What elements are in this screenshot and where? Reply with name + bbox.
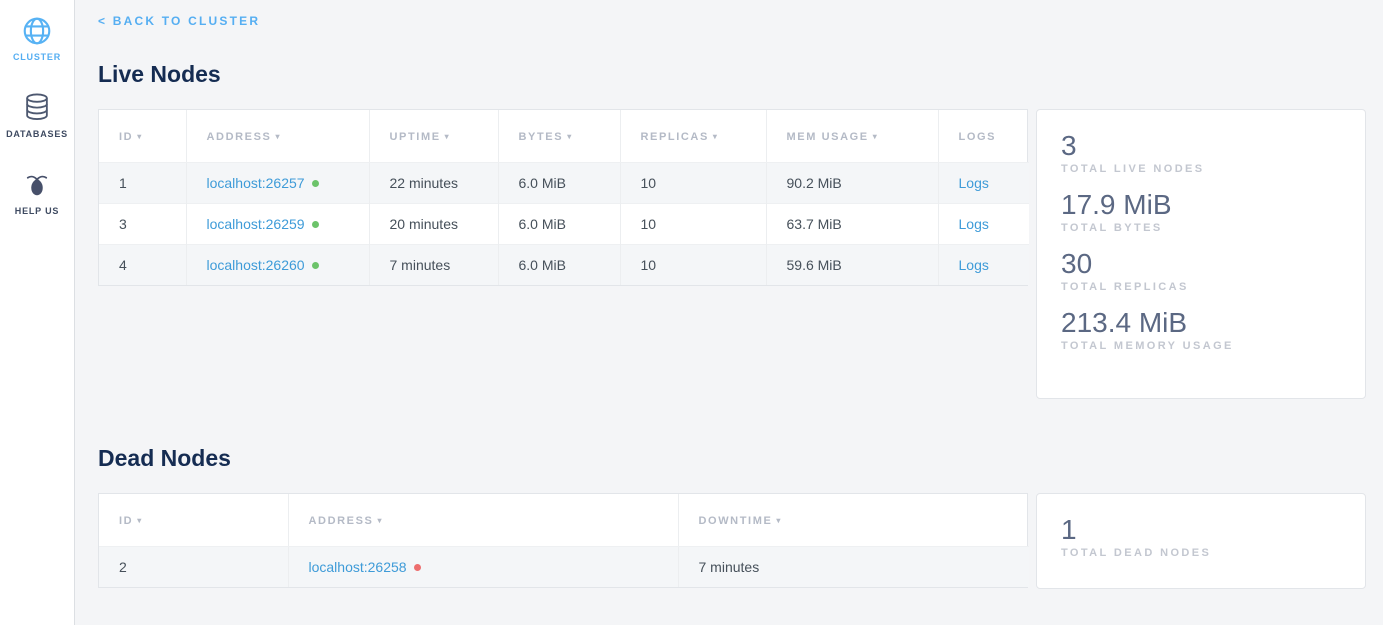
node-replicas-cell: 10 — [620, 163, 766, 204]
sort-arrow-icon: ▾ — [378, 516, 384, 525]
node-mem-usage-cell: 63.7 MiB — [766, 204, 938, 245]
sidebar-item-label: CLUSTER — [13, 52, 61, 62]
node-address-link[interactable]: localhost:26258 — [309, 559, 407, 575]
column-header-downtime[interactable]: DOWNTIME▾ — [678, 494, 1029, 547]
column-header-address[interactable]: ADDRESS▾ — [288, 494, 678, 547]
node-id-cell: 2 — [99, 547, 288, 588]
node-id-cell: 3 — [99, 204, 186, 245]
logs-link[interactable]: Logs — [959, 175, 989, 191]
sidebar-item-cluster[interactable]: CLUSTER — [0, 14, 74, 62]
sidebar-item-label: HELP US — [15, 206, 59, 216]
sort-arrow-icon: ▾ — [567, 132, 573, 141]
node-bytes-cell: 6.0 MiB — [498, 204, 620, 245]
node-uptime-cell: 20 minutes — [369, 204, 498, 245]
stat-label: TOTAL LIVE NODES — [1061, 163, 1341, 175]
live-nodes-table-card: ID▾ ADDRESS▾ UPTIME▾ BYTES▾ REPLICAS▾ ME… — [98, 109, 1028, 286]
node-mem-usage-cell: 90.2 MiB — [766, 163, 938, 204]
node-id-cell: 4 — [99, 245, 186, 286]
dead-nodes-table: ID▾ ADDRESS▾ DOWNTIME▾ 2 localhost:26258… — [99, 494, 1029, 587]
column-header-replicas[interactable]: REPLICAS▾ — [620, 110, 766, 163]
dead-nodes-summary-card: 1 TOTAL DEAD NODES — [1036, 493, 1366, 589]
node-replicas-cell: 10 — [620, 245, 766, 286]
sort-arrow-icon: ▾ — [137, 132, 143, 141]
globe-icon — [21, 14, 53, 48]
sidebar-item-databases[interactable]: DATABASES — [0, 91, 74, 139]
column-header-mem-usage[interactable]: MEM USAGE▾ — [766, 110, 938, 163]
live-nodes-title: Live Nodes — [98, 61, 1366, 88]
stat-total-bytes: 17.9 MiB TOTAL BYTES — [1061, 188, 1341, 234]
live-nodes-section: ID▾ ADDRESS▾ UPTIME▾ BYTES▾ REPLICAS▾ ME… — [98, 109, 1366, 399]
node-address-cell: localhost:26258 — [288, 547, 678, 588]
node-logs-cell: Logs — [938, 245, 1029, 286]
node-address-link[interactable]: localhost:26259 — [207, 216, 305, 232]
sort-arrow-icon: ▾ — [873, 132, 879, 141]
table-row: 2 localhost:26258 7 minutes — [99, 547, 1029, 588]
sidebar-item-label: DATABASES — [6, 129, 68, 139]
stat-value: 213.4 MiB — [1061, 306, 1341, 339]
bug-icon — [22, 168, 52, 202]
node-downtime-cell: 7 minutes — [678, 547, 1029, 588]
sort-arrow-icon: ▾ — [445, 132, 451, 141]
node-address-cell: localhost:26257 — [186, 163, 369, 204]
sort-arrow-icon: ▾ — [713, 132, 719, 141]
node-logs-cell: Logs — [938, 163, 1029, 204]
node-uptime-cell: 7 minutes — [369, 245, 498, 286]
stat-total-replicas: 30 TOTAL REPLICAS — [1061, 247, 1341, 293]
sidebar: CLUSTER DATABASES HELP US — [0, 0, 75, 625]
stat-value: 3 — [1061, 129, 1341, 162]
stat-total-dead-nodes: 1 TOTAL DEAD NODES — [1061, 513, 1341, 559]
column-header-uptime[interactable]: UPTIME▾ — [369, 110, 498, 163]
table-row: 1 localhost:26257 22 minutes 6.0 MiB 10 … — [99, 163, 1029, 204]
sort-arrow-icon: ▾ — [137, 516, 143, 525]
stat-value: 17.9 MiB — [1061, 188, 1341, 221]
node-logs-cell: Logs — [938, 204, 1029, 245]
sort-arrow-icon: ▾ — [776, 516, 782, 525]
stat-total-memory-usage: 213.4 MiB TOTAL MEMORY USAGE — [1061, 306, 1341, 352]
dead-nodes-table-card: ID▾ ADDRESS▾ DOWNTIME▾ 2 localhost:26258… — [98, 493, 1028, 588]
node-address-cell: localhost:26259 — [186, 204, 369, 245]
node-bytes-cell: 6.0 MiB — [498, 163, 620, 204]
dead-nodes-title: Dead Nodes — [98, 445, 1366, 472]
dead-nodes-section: ID▾ ADDRESS▾ DOWNTIME▾ 2 localhost:26258… — [98, 493, 1366, 589]
sort-arrow-icon: ▾ — [276, 132, 282, 141]
sidebar-item-help-us[interactable]: HELP US — [0, 168, 74, 216]
stat-label: TOTAL BYTES — [1061, 222, 1341, 234]
column-header-address[interactable]: ADDRESS▾ — [186, 110, 369, 163]
table-row: 3 localhost:26259 20 minutes 6.0 MiB 10 … — [99, 204, 1029, 245]
stat-label: TOTAL REPLICAS — [1061, 281, 1341, 293]
table-header-row: ID▾ ADDRESS▾ DOWNTIME▾ — [99, 494, 1029, 547]
node-mem-usage-cell: 59.6 MiB — [766, 245, 938, 286]
live-status-dot — [312, 221, 319, 228]
stat-label: TOTAL MEMORY USAGE — [1061, 340, 1341, 352]
table-row: 4 localhost:26260 7 minutes 6.0 MiB 10 5… — [99, 245, 1029, 286]
node-uptime-cell: 22 minutes — [369, 163, 498, 204]
live-status-dot — [312, 180, 319, 187]
node-bytes-cell: 6.0 MiB — [498, 245, 620, 286]
stat-value: 1 — [1061, 513, 1341, 546]
table-header-row: ID▾ ADDRESS▾ UPTIME▾ BYTES▾ REPLICAS▾ ME… — [99, 110, 1029, 163]
column-header-logs: LOGS — [938, 110, 1029, 163]
dead-status-dot — [414, 564, 421, 571]
column-header-bytes[interactable]: BYTES▾ — [498, 110, 620, 163]
stat-total-live-nodes: 3 TOTAL LIVE NODES — [1061, 129, 1341, 175]
column-header-id[interactable]: ID▾ — [99, 110, 186, 163]
live-status-dot — [312, 262, 319, 269]
live-nodes-table: ID▾ ADDRESS▾ UPTIME▾ BYTES▾ REPLICAS▾ ME… — [99, 110, 1029, 285]
node-address-link[interactable]: localhost:26257 — [207, 175, 305, 191]
database-icon — [22, 91, 52, 125]
main-content: < BACK TO CLUSTER Live Nodes ID▾ ADDRESS… — [75, 0, 1383, 625]
logs-link[interactable]: Logs — [959, 257, 989, 273]
stat-value: 30 — [1061, 247, 1341, 280]
live-nodes-summary-card: 3 TOTAL LIVE NODES 17.9 MiB TOTAL BYTES … — [1036, 109, 1366, 399]
column-header-id[interactable]: ID▾ — [99, 494, 288, 547]
node-address-cell: localhost:26260 — [186, 245, 369, 286]
logs-link[interactable]: Logs — [959, 216, 989, 232]
stat-label: TOTAL DEAD NODES — [1061, 547, 1341, 559]
node-address-link[interactable]: localhost:26260 — [207, 257, 305, 273]
back-to-cluster-link[interactable]: < BACK TO CLUSTER — [98, 14, 260, 28]
node-id-cell: 1 — [99, 163, 186, 204]
node-replicas-cell: 10 — [620, 204, 766, 245]
